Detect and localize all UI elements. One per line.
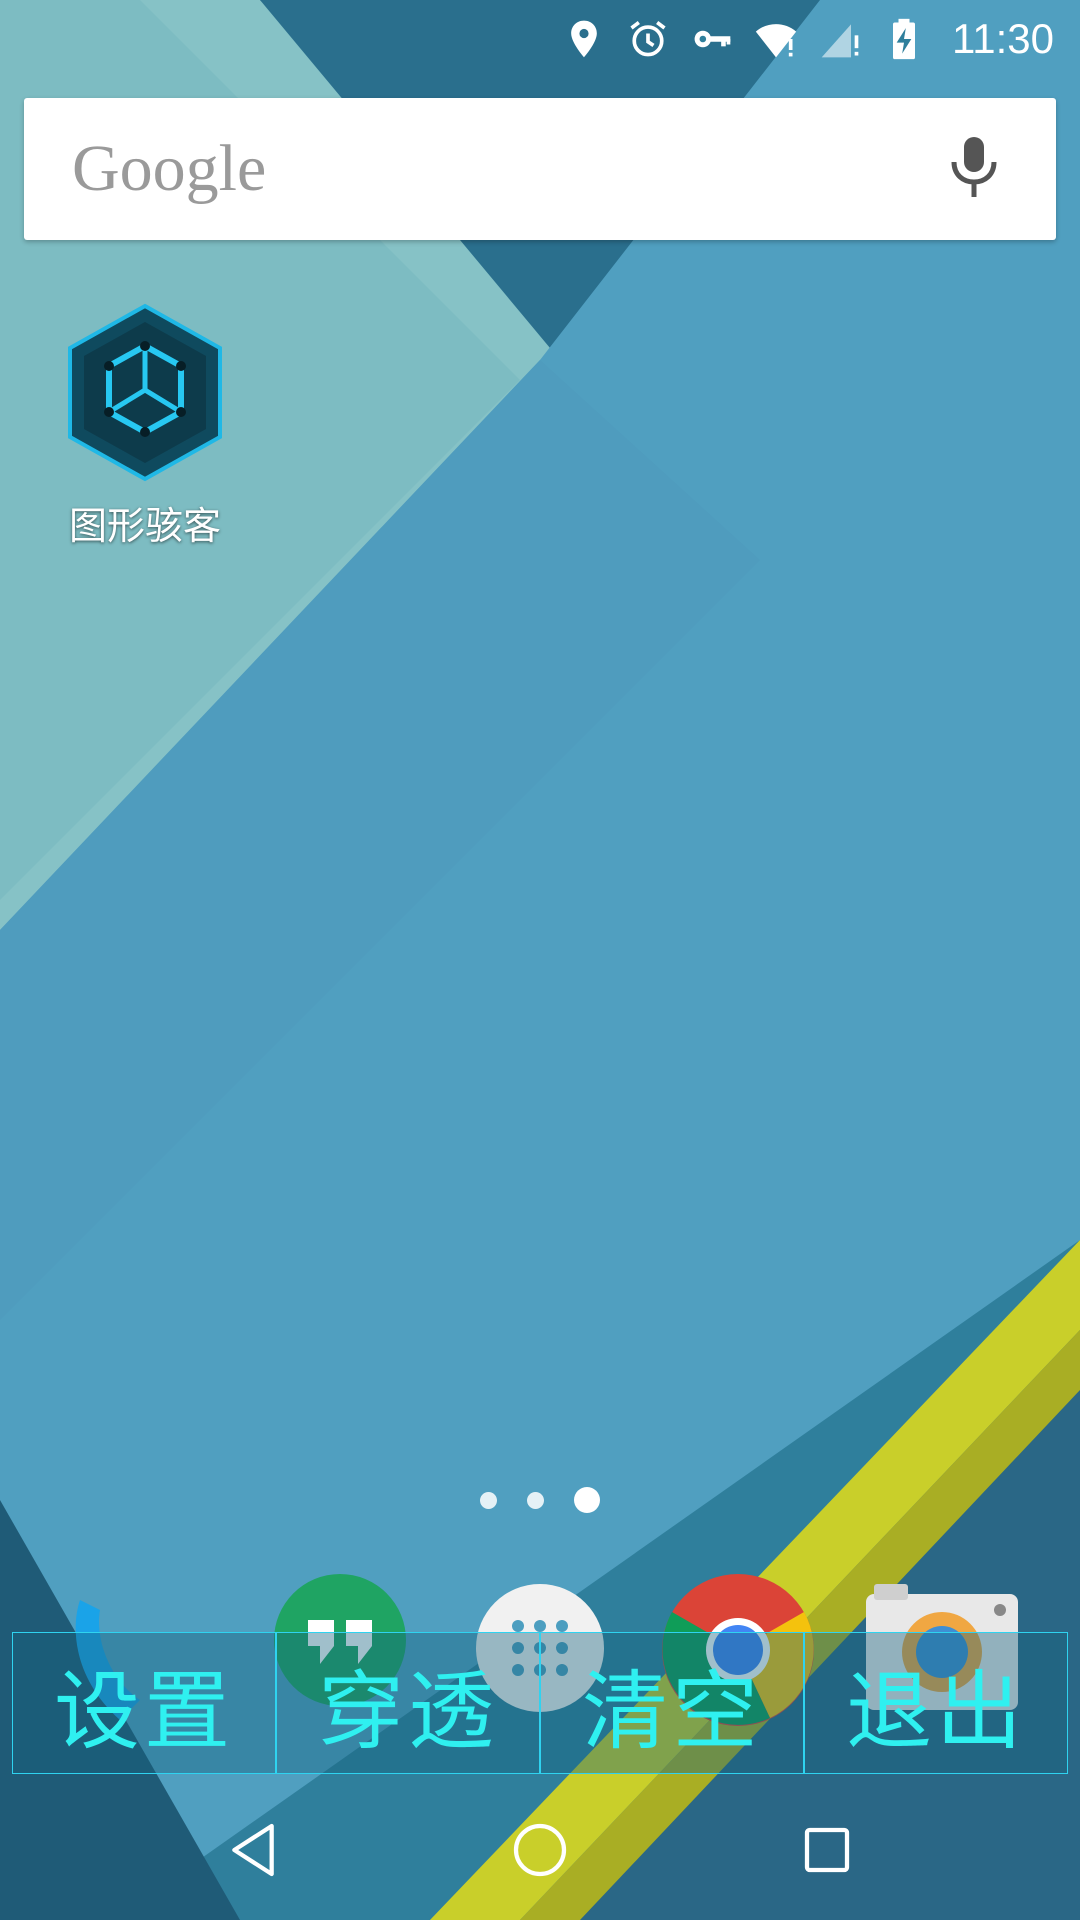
passthrough-button[interactable]: 穿透 [276, 1632, 540, 1774]
clear-button[interactable]: 清空 [540, 1632, 804, 1774]
wifi-icon [754, 17, 798, 61]
home-screen: 11:30 Google 图形骇客 设置 穿透 清空 退出 [0, 0, 1080, 1920]
vpn-key-icon [690, 17, 734, 61]
page-dot-active[interactable] [574, 1487, 600, 1513]
page-dot[interactable] [527, 1491, 544, 1509]
clock: 11:30 [952, 15, 1054, 62]
cell-signal-icon [818, 17, 862, 61]
page-indicator [0, 1482, 1080, 1518]
google-search-bar[interactable]: Google [24, 98, 1056, 240]
overlay-toolbar: 设置 穿透 清空 退出 [12, 1632, 1068, 1774]
recents-icon[interactable] [787, 1810, 867, 1890]
microphone-icon[interactable] [944, 132, 1004, 206]
alarm-icon [626, 17, 670, 61]
navigation-bar [0, 1780, 1080, 1920]
home-icon[interactable] [500, 1810, 580, 1890]
app-label: 图形骇客 [68, 504, 221, 548]
exit-button[interactable]: 退出 [804, 1632, 1068, 1774]
app-shortcut-graphics-hacker[interactable]: 图形骇客 [50, 300, 240, 550]
location-icon [562, 17, 606, 61]
status-bar: 11:30 [0, 0, 1080, 78]
google-logo: Google [72, 132, 267, 205]
battery-charging-icon [882, 17, 926, 61]
back-icon[interactable] [213, 1810, 293, 1890]
graphics-hacker-hexagon-icon [60, 300, 230, 489]
page-dot[interactable] [480, 1491, 497, 1509]
settings-button[interactable]: 设置 [12, 1632, 276, 1774]
